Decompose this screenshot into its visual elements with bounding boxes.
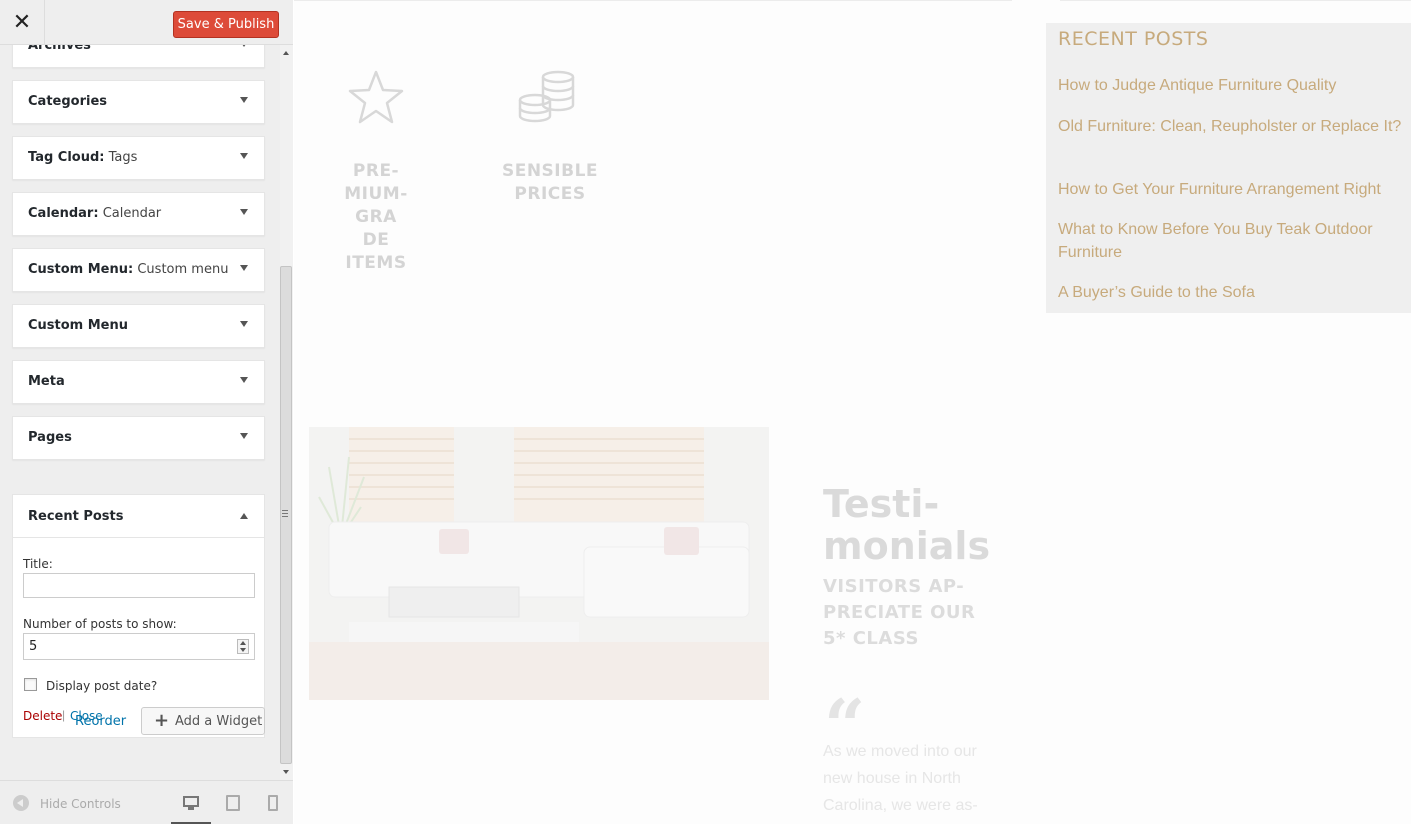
caret-up-icon	[240, 513, 248, 519]
caret-down-icon	[240, 209, 248, 215]
caret-down-icon	[240, 321, 248, 327]
widget-tag-cloud[interactable]: Tag Cloud: Tags	[12, 136, 265, 180]
widget-pages[interactable]: Pages	[12, 416, 265, 460]
spinner-down-icon[interactable]	[240, 648, 246, 652]
caret-down-icon	[240, 45, 248, 47]
widget-title: Custom Menu	[28, 318, 129, 333]
recent-posts-heading: RECENT POSTS	[1058, 28, 1209, 50]
collapse-arrow-icon[interactable]	[13, 795, 29, 811]
widget-title: Pages	[28, 430, 72, 445]
widget-title: Archives	[28, 45, 91, 53]
resize-grip-icon[interactable]	[282, 509, 288, 519]
hide-controls-button[interactable]: Hide Controls	[40, 797, 121, 811]
recent-post-link[interactable]: Old Furniture: Clean, Reupholster or Rep…	[1058, 115, 1403, 138]
widget-title: Recent Posts	[28, 509, 124, 524]
testimonials-title: Testi- monials	[823, 482, 991, 568]
living-room-image	[309, 427, 769, 700]
title-input[interactable]	[23, 573, 255, 598]
widget-meta[interactable]: Meta	[12, 360, 265, 404]
plus-icon: +	[154, 710, 170, 731]
number-field-label: Number of posts to show:	[23, 617, 177, 631]
recent-post-link[interactable]: What to Know Before You Buy Teak Outdoor…	[1058, 218, 1403, 264]
recent-post-link[interactable]: A Buyer’s Guide to the Sofa	[1058, 281, 1403, 304]
customizer-header: ✕ Save & Publish	[0, 0, 293, 45]
scroll-up-icon[interactable]	[283, 51, 289, 55]
caret-down-icon	[240, 377, 248, 383]
caret-down-icon	[240, 97, 248, 103]
widgets-scroll-area: Archives Categories Tag Cloud: Tags Cale…	[0, 45, 280, 780]
close-customizer-button[interactable]: ✕	[0, 0, 45, 45]
customizer-sidebar: ✕ Save & Publish Archives Categories Tag…	[0, 0, 293, 824]
add-widget-label: Add a Widget	[175, 714, 263, 729]
widget-recent-posts: Recent Posts Title: Number of posts to s…	[12, 494, 265, 738]
sidebar-scrollbar[interactable]	[280, 45, 293, 780]
reorder-link[interactable]: Reorder	[75, 714, 126, 729]
widget-custom-menu-1[interactable]: Custom Menu: Custom menu	[12, 248, 265, 292]
widget-custom-menu-2[interactable]: Custom Menu	[12, 304, 265, 348]
widget-calendar[interactable]: Calendar: Calendar	[12, 192, 265, 236]
widget-title: Tag Cloud: Tags	[28, 150, 138, 165]
widget-title: Meta	[28, 374, 65, 389]
add-widget-button[interactable]: + Add a Widget	[141, 707, 265, 735]
recent-posts-widget-header[interactable]: Recent Posts	[13, 495, 264, 538]
recent-post-link[interactable]: How to Get Your Furniture Arrangement Ri…	[1058, 178, 1403, 201]
save-publish-button[interactable]: Save & Publish	[173, 11, 279, 38]
star-icon	[348, 70, 404, 124]
caret-down-icon	[240, 153, 248, 159]
delete-widget-link[interactable]: Delete	[23, 709, 62, 723]
coins-icon	[518, 70, 575, 123]
widget-title: Custom Menu: Custom menu	[28, 262, 229, 277]
tablet-icon[interactable]	[225, 795, 243, 811]
feature-text: SENSIBLE PRICES	[501, 161, 599, 204]
widget-title: Calendar: Calendar	[28, 206, 162, 221]
caret-down-icon	[240, 433, 248, 439]
recent-post-link[interactable]: How to Judge Antique Furniture Quality	[1058, 74, 1403, 97]
number-spinner[interactable]	[237, 639, 249, 654]
feature-label-premium: PRE- MIUM-GRA DE ITEMS	[324, 160, 428, 275]
caret-down-icon	[240, 265, 248, 271]
feature-text: PRE- MIUM-GRA DE ITEMS	[344, 161, 408, 273]
feature-label-prices: SENSIBLE PRICES	[490, 160, 610, 206]
number-of-posts-input[interactable]	[24, 634, 229, 659]
scroll-down-icon[interactable]	[283, 770, 289, 774]
link-separator: |	[62, 708, 66, 722]
site-preview: PRE- MIUM-GRA DE ITEMS SENSIBLE PRICES R…	[294, 0, 1411, 824]
display-date-checkbox[interactable]	[24, 678, 37, 691]
testimonials-subtitle: VISITORS AP- PRECIATE OUR 5* CLASS	[823, 576, 976, 649]
spinner-up-icon[interactable]	[240, 641, 246, 645]
recent-posts-widget-preview: RECENT POSTS How to Judge Antique Furnit…	[1046, 23, 1411, 313]
customizer-app: ✕ Save & Publish Archives Categories Tag…	[0, 0, 1411, 824]
testimonial-text: As we moved into our new house in North …	[823, 743, 978, 814]
title-field-label: Title:	[23, 557, 53, 571]
divider	[1060, 0, 1411, 1]
customizer-footer: Hide Controls	[0, 780, 293, 824]
widget-title: Categories	[28, 94, 108, 109]
display-date-label: Display post date?	[46, 679, 158, 693]
widget-archives[interactable]: Archives	[12, 45, 265, 68]
divider	[294, 0, 1012, 1]
number-of-posts-field	[23, 633, 255, 660]
desktop-icon[interactable]	[182, 795, 200, 811]
widget-categories[interactable]: Categories	[12, 80, 265, 124]
mobile-icon[interactable]	[267, 795, 285, 811]
